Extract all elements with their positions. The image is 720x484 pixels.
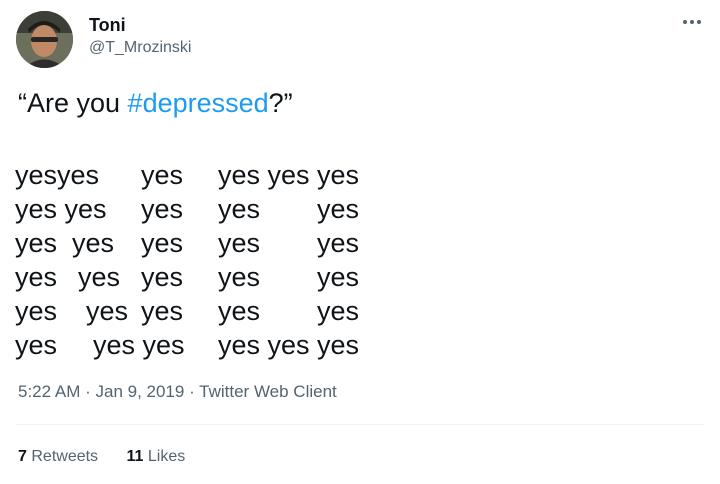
tweet-text: “Are you #depressed?” bbox=[18, 86, 708, 120]
divider bbox=[16, 424, 704, 425]
likes-count: 11 bbox=[126, 448, 144, 465]
yes-text-art: yesyes yes yes yes yes yes yes yes yes y… bbox=[15, 158, 375, 362]
quote-line: “Are you #depressed?” bbox=[18, 86, 708, 120]
hashtag-link[interactable]: #depressed bbox=[128, 88, 269, 118]
art-word: yes bbox=[218, 194, 261, 224]
art-word: yes bbox=[317, 194, 360, 224]
art-word: yes bbox=[141, 228, 184, 258]
art-row-6: yes yes yes yes yes yes bbox=[15, 328, 375, 362]
art-word: yes bbox=[218, 296, 261, 326]
meta-separator: · bbox=[80, 382, 96, 401]
tweet-time-link[interactable]: 5:22 AM bbox=[18, 382, 80, 401]
art-word: yes yes yes bbox=[218, 330, 360, 360]
art-word: yes bbox=[15, 296, 58, 326]
avatar[interactable] bbox=[16, 11, 73, 68]
art-word: yes yes bbox=[93, 330, 185, 360]
art-row-4: yes yes yes yes yes bbox=[15, 260, 375, 294]
tweet-card: Toni @T_Mrozinski “Are you #depressed?” … bbox=[0, 0, 720, 484]
quote-open-text: “Are you bbox=[18, 88, 128, 118]
art-word: yes bbox=[141, 194, 184, 224]
retweets-stat[interactable]: 7 Retweets bbox=[18, 447, 98, 467]
likes-label: Likes bbox=[147, 448, 186, 465]
user-handle[interactable]: @T_Mrozinski bbox=[89, 38, 191, 58]
art-word: yes bbox=[78, 262, 121, 292]
art-row-5: yes yes yes yes yes bbox=[15, 294, 375, 328]
art-word: yesyes bbox=[15, 160, 100, 190]
art-word: yes yes yes bbox=[218, 160, 360, 190]
art-word: yes bbox=[86, 296, 129, 326]
art-word: yes bbox=[317, 296, 360, 326]
tweet-stats: 7 Retweets 11 Likes bbox=[18, 447, 209, 467]
art-word: yes bbox=[141, 262, 184, 292]
art-word: yes bbox=[15, 262, 58, 292]
retweets-label: Retweets bbox=[31, 448, 99, 465]
art-row-2: yes yes yes yes yes bbox=[15, 192, 375, 226]
more-horizontal-icon[interactable] bbox=[681, 15, 703, 29]
art-word: yes bbox=[218, 228, 261, 258]
quote-close-text: ?” bbox=[268, 88, 293, 118]
retweets-count: 7 bbox=[18, 448, 27, 465]
art-word: yes bbox=[15, 330, 58, 360]
art-word: yes yes bbox=[15, 228, 115, 258]
art-word: yes bbox=[218, 262, 261, 292]
art-row-3: yes yes yes yes yes bbox=[15, 226, 375, 260]
meta-separator: · bbox=[184, 382, 200, 401]
tweet-client-link[interactable]: Twitter Web Client bbox=[199, 382, 337, 401]
tweet-date-link[interactable]: Jan 9, 2019 bbox=[95, 382, 184, 401]
display-name[interactable]: Toni bbox=[89, 14, 126, 36]
art-word: yes bbox=[141, 160, 184, 190]
tweet-meta: 5:22 AM · Jan 9, 2019 · Twitter Web Clie… bbox=[18, 381, 337, 403]
likes-stat[interactable]: 11 Likes bbox=[127, 447, 186, 467]
art-word: yes yes bbox=[15, 194, 107, 224]
art-word: yes bbox=[317, 262, 360, 292]
art-word: yes bbox=[141, 296, 184, 326]
art-word: yes bbox=[317, 228, 360, 258]
art-row-1: yesyes yes yes yes yes bbox=[15, 158, 375, 192]
